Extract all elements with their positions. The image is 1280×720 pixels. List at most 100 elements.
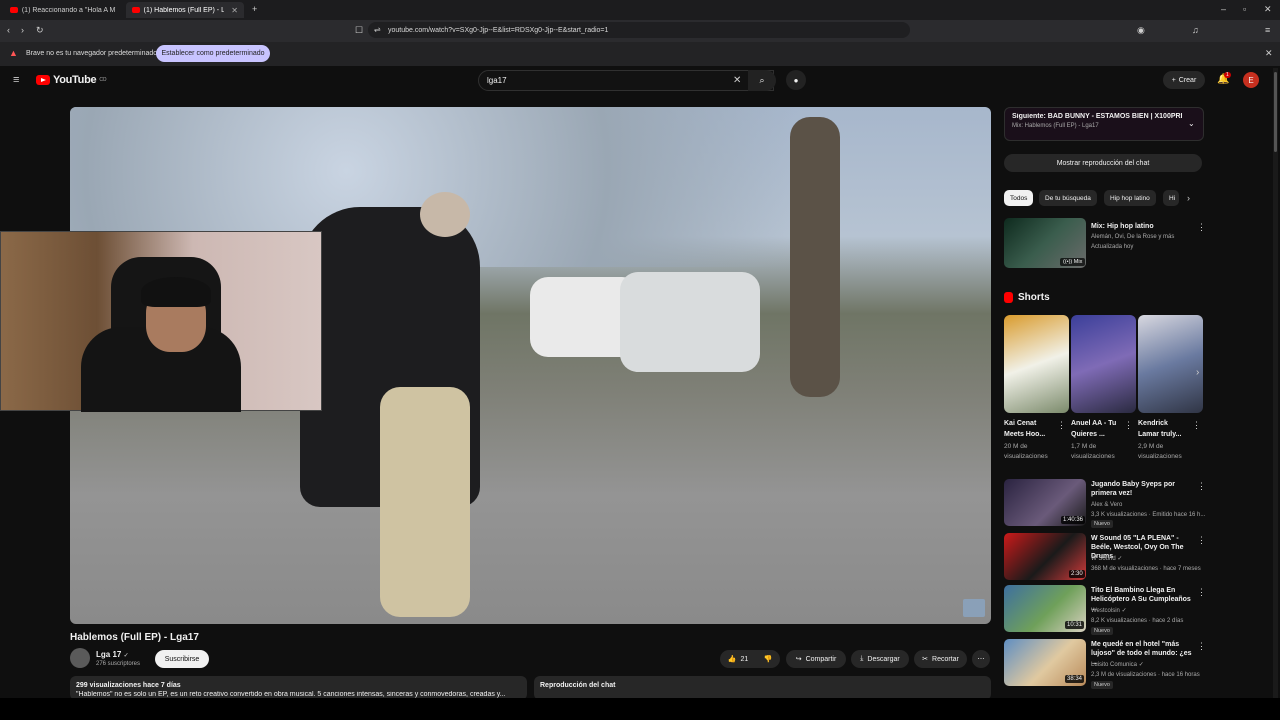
infobar-text: Brave no es tu navegador predeterminado	[26, 50, 158, 57]
chat-replay-box[interactable]: Reproducción del chat	[534, 676, 991, 700]
mix-artists: Alemán, Ovi, De la Rose y más	[1091, 234, 1175, 240]
chevron-down-icon[interactable]: ⌄	[1188, 119, 1195, 128]
taskbar-strip	[0, 698, 1280, 720]
chip-hip-hop-latino[interactable]: Hip hop latino	[1104, 190, 1156, 206]
short-title-2[interactable]: Anuel AA - Tu Quieres ...	[1071, 418, 1123, 440]
extension-icon[interactable]: ◉	[1137, 26, 1145, 35]
browser-tab-2[interactable]: (1) Hablemos (Full EP) - Lga17 ✕	[126, 2, 244, 18]
subscribe-button[interactable]: Suscribirse	[155, 650, 209, 668]
description-box[interactable]: 299 visualizaciones hace 7 días "Hablemo…	[70, 676, 527, 700]
shorts-title: Shorts	[1018, 292, 1050, 303]
clip-button[interactable]: ✂ Recortar	[914, 650, 967, 668]
youtube-logo[interactable]: YouTube CO	[36, 74, 107, 86]
duration-badge: 1:40:36	[1061, 516, 1086, 524]
create-button[interactable]: + Crear	[1163, 71, 1205, 89]
channel-name[interactable]: Lga 17 ✓	[96, 650, 129, 659]
video-more-icon[interactable]: ⋮	[1197, 641, 1206, 652]
scrollbar-thumb[interactable]	[1274, 72, 1277, 152]
page-scrollbar[interactable]	[1273, 68, 1278, 698]
short-title-1[interactable]: Kai Cenat Meets Hoo...	[1004, 418, 1056, 440]
dislike-button[interactable]: 👎	[756, 650, 780, 668]
share-icon: ↪	[795, 656, 802, 663]
video-title-1[interactable]: Jugando Baby Syeps por primera vez!	[1091, 480, 1191, 498]
streamer-hair	[141, 277, 211, 307]
short-more-icon[interactable]: ⋮	[1057, 420, 1066, 431]
short-views-3: 2,9 M de visualizaciones	[1138, 443, 1182, 460]
short-title-3[interactable]: Kendrick Lamar truly...	[1138, 418, 1190, 440]
video-channel-2[interactable]: W Sound ✓	[1091, 555, 1122, 563]
tab-label: (1) Reaccionando a "Hola A Mí En 10	[21, 6, 116, 14]
media-icon[interactable]: ♫	[1192, 26, 1199, 35]
video-more-icon[interactable]: ⋮	[1197, 587, 1206, 598]
video-dancer-pants	[380, 387, 470, 617]
account-avatar[interactable]: E	[1243, 72, 1259, 88]
short-more-icon[interactable]: ⋮	[1192, 420, 1201, 431]
duration-badge: 38:34	[1065, 675, 1085, 683]
short-thumbnail-2[interactable]	[1071, 315, 1136, 413]
chip-more[interactable]: Hi	[1163, 190, 1179, 206]
close-tab-icon[interactable]: ✕	[231, 6, 238, 15]
download-icon: ⤓	[860, 655, 864, 662]
back-icon[interactable]: ‹	[7, 26, 10, 35]
chip-todos[interactable]: Todos	[1004, 190, 1034, 206]
share-label: Compartir	[805, 655, 837, 663]
new-badge: Nuevo	[1091, 681, 1113, 689]
mix-badge: ((•)) Mix	[1060, 258, 1086, 266]
channel-avatar[interactable]	[70, 648, 90, 668]
short-thumbnail-1[interactable]	[1004, 315, 1069, 413]
shorts-next-icon[interactable]: ›	[1196, 368, 1199, 378]
verified-icon: ✓	[1117, 556, 1123, 562]
video-channel-1[interactable]: Alex & Vero	[1091, 501, 1122, 509]
show-chat-replay-button[interactable]: Mostrar reproducción del chat	[1004, 154, 1202, 172]
voice-search-button[interactable]: ●	[786, 70, 806, 90]
clear-search-icon[interactable]: ✕	[733, 76, 741, 86]
set-default-button[interactable]: Establecer como predeterminado	[156, 45, 270, 62]
search-input[interactable]: lga17 ✕	[478, 70, 774, 91]
forward-icon[interactable]: ›	[21, 26, 24, 35]
video-more-icon[interactable]: ⋮	[1197, 535, 1206, 546]
search-value: lga17	[487, 76, 507, 85]
short-views-2: 1,7 M de visualizaciones	[1071, 443, 1115, 460]
mix-more-icon[interactable]: ⋮	[1197, 222, 1206, 233]
like-button[interactable]: 👍 21	[720, 650, 756, 668]
video-dancer-head	[420, 192, 470, 237]
chip-de-tu-busqueda[interactable]: De tu búsqueda	[1039, 190, 1097, 206]
description-text: "Hablemos" no es solo un EP, es un reto …	[76, 691, 506, 698]
channel-text: Luisito Comunica	[1091, 662, 1138, 668]
video-channel-3[interactable]: Westcolsin ✓	[1091, 607, 1127, 615]
more-actions-button[interactable]: ⋯	[972, 650, 990, 668]
chips-next-icon[interactable]: ›	[1187, 194, 1190, 203]
minimize-icon[interactable]: –	[1221, 5, 1226, 14]
close-window-icon[interactable]: ✕	[1264, 5, 1272, 14]
channel-watermark[interactable]	[963, 599, 985, 617]
mix-badge-label: Mix	[1073, 259, 1083, 265]
infobar-close-icon[interactable]: ✕	[1265, 49, 1273, 58]
url-input[interactable]: ⇌ youtube.com/watch?v=SXg0-Jjp--E&list=R…	[368, 22, 910, 38]
short-thumbnail-3[interactable]	[1138, 315, 1203, 413]
verified-icon: ✓	[1121, 608, 1127, 614]
next-title: Siguiente: BAD BUNNY - ESTAMOS BIEN | X1…	[1012, 113, 1182, 120]
restore-icon[interactable]: ▫	[1243, 5, 1246, 14]
short-views-1: 20 M de visualizaciones	[1004, 443, 1048, 460]
plus-icon: +	[1171, 76, 1176, 84]
playlist-next-panel[interactable]: Siguiente: BAD BUNNY - ESTAMOS BIEN | X1…	[1004, 107, 1204, 141]
short-more-icon[interactable]: ⋮	[1124, 420, 1133, 431]
youtube-play-icon	[36, 75, 50, 85]
video-channel-4[interactable]: Luisito Comunica ✓	[1091, 661, 1144, 669]
description-meta: 299 visualizaciones hace 7 días	[76, 682, 181, 689]
channel-text: W Sound	[1091, 556, 1116, 562]
search-button[interactable]: ⌕	[748, 70, 776, 91]
hamburger-menu-icon[interactable]: ≡	[13, 75, 19, 86]
reload-icon[interactable]: ↻	[36, 26, 44, 35]
site-info-icon[interactable]: ⇌	[374, 26, 381, 34]
url-text: youtube.com/watch?v=SXg0-Jjp--E&list=RDS…	[388, 26, 609, 34]
mix-title[interactable]: Mix: Hip hop latino	[1091, 222, 1154, 231]
new-tab-icon[interactable]: +	[252, 5, 257, 14]
download-button[interactable]: ⤓ Descargar	[851, 650, 909, 668]
share-button[interactable]: ↪ Compartir	[786, 650, 846, 668]
menu-icon[interactable]: ≡	[1265, 26, 1270, 35]
bookmark-icon[interactable]: ☐	[355, 26, 363, 35]
video-more-icon[interactable]: ⋮	[1197, 481, 1206, 492]
webcam-overlay	[0, 231, 322, 412]
browser-tab-1[interactable]: (1) Reaccionando a "Hola A Mí En 10	[4, 2, 122, 18]
